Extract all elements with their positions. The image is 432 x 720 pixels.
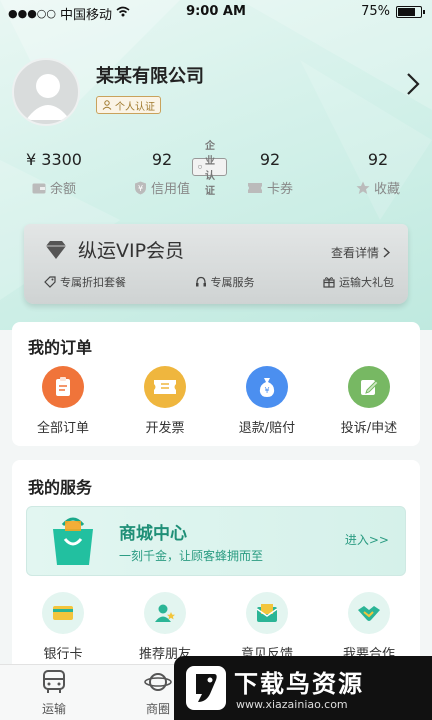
- status-bar: ●●●○○ 中国移动 9:00 AM 75%: [0, 0, 432, 24]
- stat-favorites[interactable]: 92 收藏: [324, 150, 432, 197]
- stat-label: 收藏: [373, 182, 400, 197]
- gift-icon: [323, 277, 335, 288]
- vip-title: 纵运VIP会员: [78, 240, 185, 262]
- mall-title: 商城中心: [119, 524, 187, 544]
- bank-card-icon: [42, 592, 84, 634]
- order-label: 开发票: [145, 421, 185, 436]
- person-icon: [102, 100, 112, 110]
- perk-gift[interactable]: 运输大礼包: [323, 274, 394, 290]
- mall-subtitle: 一刻千金，让顾客蜂拥而至: [119, 549, 264, 563]
- stat-value: 92: [259, 150, 281, 169]
- edit-note-icon: [348, 366, 390, 408]
- orders-title: 我的订单: [28, 338, 93, 357]
- stat-label: 信用值: [150, 182, 190, 197]
- avatar[interactable]: [12, 58, 80, 126]
- stat-value: 92: [367, 150, 389, 169]
- star-icon: [356, 181, 370, 194]
- service-label: 银行卡: [43, 647, 83, 662]
- clipboard-icon: [42, 366, 84, 408]
- handshake-icon: [348, 592, 390, 634]
- invoice-ticket-icon: [144, 366, 186, 408]
- shopping-bag-icon: [49, 515, 97, 571]
- planet-icon: [144, 673, 172, 691]
- battery-icon: [396, 5, 425, 18]
- watermark-url: www.xiazainiao.com: [236, 698, 348, 711]
- personal-verified-badge[interactable]: 个人认证: [96, 96, 161, 114]
- perk-label: 专属服务: [210, 276, 255, 289]
- bus-icon: [43, 670, 65, 693]
- tab-transport[interactable]: 运输: [0, 669, 108, 717]
- watermark-banner: 下载鸟资源 www.xiazainiao.com: [174, 656, 432, 720]
- stat-credit[interactable]: 92 ¥ 信用值: [108, 150, 216, 197]
- diamond-icon: [46, 240, 66, 259]
- service-cooperate-button[interactable]: 我要合作: [318, 592, 420, 662]
- stats-row: ¥ 3300 余额 92 ¥ 信用值 92 卡券 92 收藏: [0, 150, 432, 200]
- profile-chevron-right-icon[interactable]: [406, 72, 420, 100]
- perk-discount[interactable]: 专属折扣套餐: [44, 274, 126, 290]
- order-label: 退款/赔付: [238, 421, 296, 436]
- stat-label: 卡券: [266, 182, 293, 197]
- company-name: 某某有限公司: [96, 66, 204, 87]
- order-complaint-button[interactable]: 投诉/申述: [318, 366, 420, 436]
- services-title: 我的服务: [28, 478, 93, 497]
- stat-label: 余额: [49, 182, 76, 197]
- vip-detail-label: 查看详情: [330, 246, 379, 260]
- order-all-button[interactable]: 全部订单: [12, 366, 114, 436]
- service-refer-friend-button[interactable]: 推荐朋友: [114, 592, 216, 662]
- perk-service[interactable]: 专属服务: [195, 274, 255, 290]
- tag-icon: [44, 276, 56, 288]
- headset-icon: [195, 276, 206, 287]
- bird-logo-icon: [184, 664, 228, 716]
- shield-icon: ¥: [134, 181, 146, 194]
- feedback-envelope-icon: [246, 592, 288, 634]
- watermark-title: 下载鸟资源: [234, 670, 364, 698]
- stat-value: ¥ 3300: [26, 150, 82, 169]
- ticket-icon: [247, 182, 262, 193]
- svg-text:¥: ¥: [138, 184, 143, 193]
- order-label: 投诉/申述: [340, 421, 398, 436]
- order-label: 全部订单: [36, 421, 89, 436]
- mall-enter-link[interactable]: 进入>>: [345, 531, 389, 548]
- stat-coupons[interactable]: 92 卡券: [216, 150, 324, 197]
- stat-balance[interactable]: ¥ 3300 余额: [0, 150, 108, 197]
- order-refund-button[interactable]: ¥ 退款/赔付: [216, 366, 318, 436]
- battery-percent: 75%: [361, 4, 390, 19]
- mall-center-banner[interactable]: 商城中心 一刻千金，让顾客蜂拥而至 进入>>: [26, 506, 406, 576]
- order-invoice-button[interactable]: 开发票: [114, 366, 216, 436]
- perk-label: 专属折扣套餐: [60, 276, 126, 289]
- stat-value: 92: [151, 150, 173, 169]
- wallet-icon: [32, 183, 46, 193]
- service-bank-card-button[interactable]: 银行卡: [12, 592, 114, 662]
- refer-user-icon: [144, 592, 186, 634]
- tab-label: 运输: [41, 702, 66, 716]
- svg-text:¥: ¥: [264, 386, 269, 395]
- vip-card[interactable]: 纵运VIP会员 查看详情 专属折扣套餐 专属服务 运输大礼包: [24, 224, 408, 304]
- service-feedback-button[interactable]: 意见反馈: [216, 592, 318, 662]
- vip-detail-link[interactable]: 查看详情: [331, 244, 390, 261]
- chevron-right-icon: [383, 247, 390, 258]
- orders-card: 我的订单 全部订单 开发票 ¥ 退款/赔付 投诉/申述: [12, 322, 420, 446]
- personal-badge-label: 个人认证: [115, 101, 155, 113]
- money-bag-icon: ¥: [246, 366, 288, 408]
- perk-label: 运输大礼包: [339, 276, 394, 289]
